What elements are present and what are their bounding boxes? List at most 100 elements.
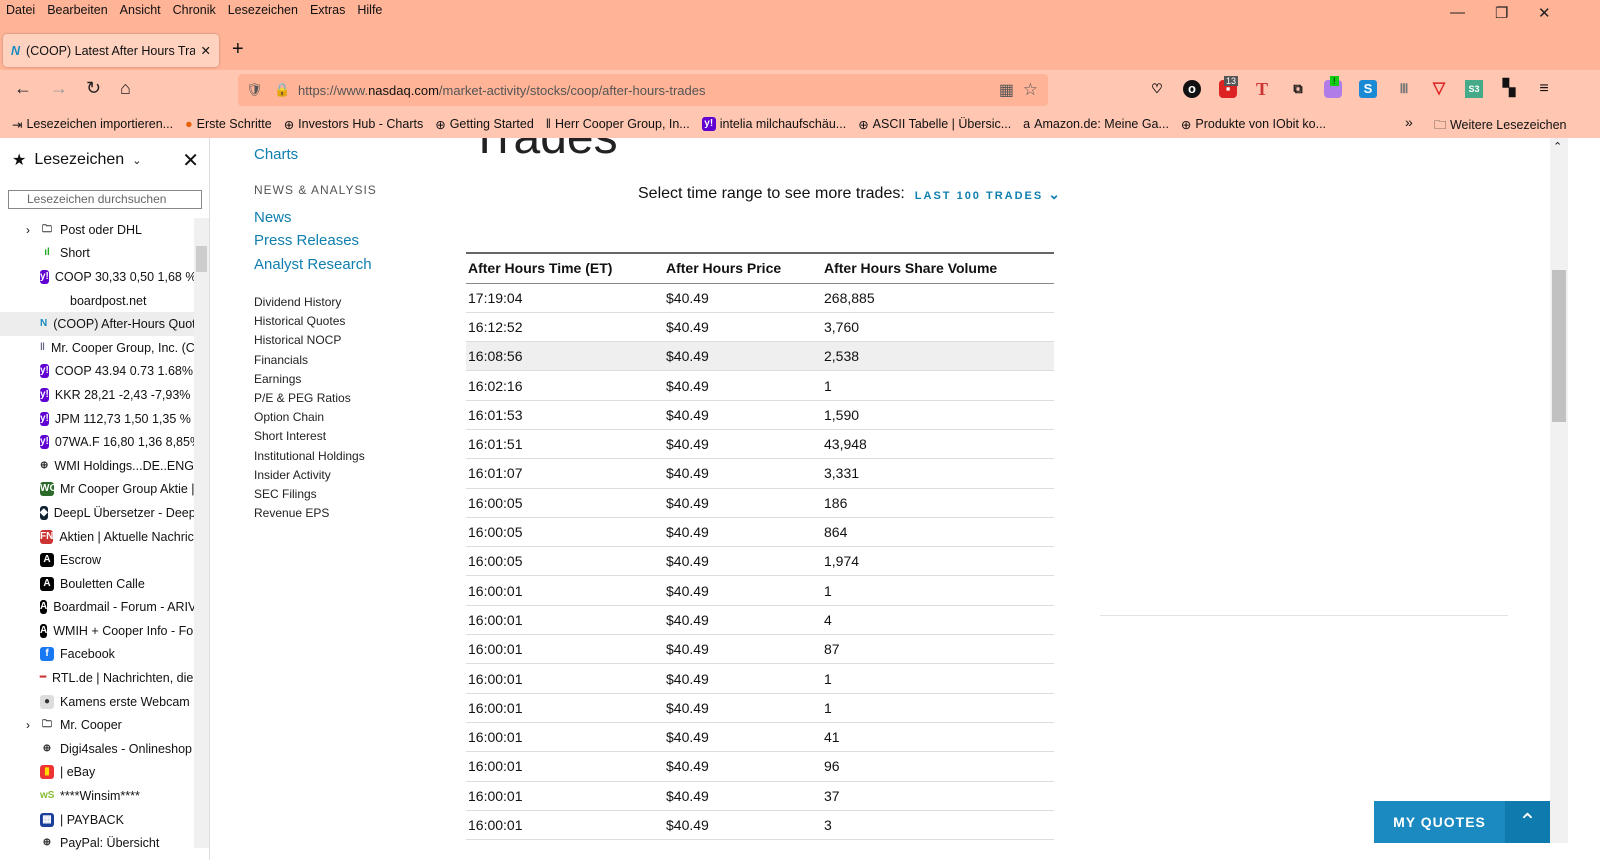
bookmark-item[interactable]: ıl Short [0,242,194,266]
minimize-button[interactable]: — [1450,4,1465,21]
bookmark-toolbar-item[interactable]: ǁ Herr Cooper Group, In... [546,117,690,131]
bookmark-item[interactable]: ◆ DeepL Übersetzer - DeepL [0,501,194,525]
back-button[interactable]: ← [14,78,32,99]
shield-icon[interactable]: 🛡 [246,82,263,98]
bookmark-item[interactable]: A WMIH + Cooper Info - Forum [0,619,194,643]
bookmark-item[interactable]: FN Aktien | Aktuelle Nachrichten [0,525,194,549]
close-tab-icon[interactable]: ✕ [201,43,211,58]
opera-icon[interactable]: o [1183,80,1201,98]
analyst-research-link[interactable]: Analyst Research [254,256,372,273]
bookmark-item[interactable]: boardpost.net [0,289,194,313]
subnav-link[interactable]: Historical NOCP [254,333,341,347]
bookmark-item[interactable]: y! JPM 112,73 1,50 1,35 % : JPM [0,407,194,431]
bookmark-toolbar-item[interactable]: ⊕ Produkte von IObit ko... [1181,117,1326,132]
chevron-right-icon[interactable]: › [26,223,30,237]
bookmark-item[interactable]: y! COOP 43.94 0.73 1.68% : ... [0,360,194,384]
other-bookmarks-button[interactable]: 🗀 Weitere Lesezeichen [1434,116,1567,137]
lock-icon[interactable]: 🔒 [274,82,290,98]
subnav-link[interactable]: Insider Activity [254,468,331,482]
subnav-link[interactable]: Historical Quotes [254,314,345,328]
page-scrollbar-thumb[interactable] [1552,270,1566,422]
bookmark-item[interactable]: A Bouletten Calle [0,572,194,596]
bookmark-item[interactable]: ⊕ Digi4sales - Onlineshop [0,737,194,761]
bookmark-toolbar-item[interactable]: a Amazon.de: Meine Ga... [1023,117,1169,131]
bookmark-item[interactable]: wS ****Winsim**** [0,784,194,808]
pocket-icon[interactable]: ♡ [1148,80,1166,98]
bookmark-toolbar-item[interactable]: ⊕ ASCII Tabelle | Übersic... [858,117,1011,132]
chevron-up-icon[interactable]: ⌃ [1505,801,1550,843]
bookmark-item[interactable]: ▦ | PAYBACK [0,808,194,832]
subnav-link[interactable]: P/E & PEG Ratios [254,391,351,405]
subnav-link[interactable]: Revenue EPS [254,506,329,520]
bookmark-toolbar-item[interactable]: y! intelia milchaufschäu... [701,117,846,131]
bookmark-item[interactable]: ● Kamens erste Webcam [0,690,194,714]
range-dropdown[interactable]: LAST 100 TRADES ⌄ [915,186,1062,203]
grid-extension-icon[interactable]: Ⅲ [1395,80,1413,98]
bookmark-item[interactable]: WO Mr Cooper Group Aktie | ... [0,478,194,502]
menu-hilfe[interactable]: Hilfe [357,3,382,17]
text-extension-icon[interactable]: T [1253,80,1271,98]
close-sidebar-button[interactable]: ✕ [182,148,199,173]
menu-bearbeiten[interactable]: Bearbeiten [47,3,107,17]
bookmark-toolbar-item[interactable]: ⊕ Investors Hub - Charts [284,117,424,132]
scroll-up-icon[interactable]: ⌃ [1553,140,1562,153]
menu-extras[interactable]: Extras [310,3,345,17]
bookmark-item[interactable]: y! 07WA.F 16,80 1,36 8,85% : ... [0,430,194,454]
bookmark-search-input[interactable]: Lesezeichen durchsuchen [8,190,202,209]
bookmark-item[interactable]: y! COOP 30,33 0,50 1,68 % : ... [0,265,194,289]
news-link[interactable]: News [254,209,292,226]
tab-active[interactable]: N (COOP) Latest After Hours Trades ✕ [3,34,219,67]
menu-ansicht[interactable]: Ansicht [120,3,161,17]
bookmark-item[interactable]: y! KKR 28,21 -2,43 -7,93% : KKR [0,383,194,407]
subnav-link[interactable]: Dividend History [254,295,341,309]
bookmark-item[interactable]: ▮ | eBay [0,761,194,785]
bookmark-toolbar-item[interactable]: ⇥ Lesezeichen importieren... [12,117,173,132]
bookmark-item[interactable]: ⊕ PayPal: Übersicht [0,831,194,855]
bookmark-item[interactable]: A Boardmail - Forum - ARIVA [0,596,194,620]
bookmark-folder[interactable]: › 🗀 Post oder DHL [0,218,194,242]
sidebar-header[interactable]: ★ Lesezeichen ⌄ [12,150,141,170]
close-window-button[interactable]: ✕ [1538,4,1551,22]
reload-button[interactable]: ↻ [86,78,101,99]
app-menu-icon[interactable]: ≡ [1535,80,1553,98]
menu-lesezeichen[interactable]: Lesezeichen [228,3,298,17]
subnav-link[interactable]: Financials [254,353,308,367]
vivaldi-shield-icon[interactable]: ▽ [1430,80,1448,98]
subnav-link[interactable]: Earnings [254,372,301,386]
screenshot-icon[interactable]: ⧉ [1289,80,1307,98]
bookmark-toolbar-item[interactable]: ● Erste Schritte [185,117,272,131]
yahoo-icon: y! [40,387,49,402]
url-bar[interactable]: 🛡 🔒 https://www.nasdaq.com/market-activi… [238,74,1048,106]
subnav-link[interactable]: Short Interest [254,429,326,443]
chevron-right-icon[interactable]: › [26,718,30,732]
subnav-link[interactable]: Institutional Holdings [254,449,365,463]
bookmark-star-icon[interactable]: ☆ [1023,80,1038,100]
bookmark-item[interactable]: ⊕ WMI Holdings...DE..ENGLISH [0,454,194,478]
extensions-icon[interactable]: ▚ [1500,80,1518,98]
sidebar-scrollbar[interactable] [194,218,209,848]
subnav-link[interactable]: Option Chain [254,410,324,424]
qr-code-icon[interactable]: ▦ [999,80,1014,100]
charts-link[interactable]: Charts [254,146,298,163]
new-tab-button[interactable]: + [232,38,244,61]
s3-extension-icon[interactable]: S3 [1465,80,1483,98]
my-quotes-button[interactable]: MY QUOTES [1374,801,1505,843]
sidebar-scrollbar-thumb[interactable] [196,246,207,272]
bookmark-item[interactable]: N (COOP) After-Hours Quotes [0,312,194,336]
subnav-link[interactable]: SEC Filings [254,487,317,501]
home-button[interactable]: ⌂ [120,78,131,99]
forward-button[interactable]: → [50,78,68,99]
bookmark-item[interactable]: A Escrow [0,548,194,572]
press-releases-link[interactable]: Press Releases [254,232,359,249]
skype-icon[interactable]: S [1359,80,1377,98]
bookmark-item[interactable]: ━ RTL.de | Nachrichten, die ... [0,666,194,690]
bookmark-item[interactable]: f Facebook [0,643,194,667]
bookmark-folder[interactable]: › 🗀 Mr. Cooper [0,713,194,737]
bookmark-toolbar-item[interactable]: ⊕ Getting Started [435,117,534,132]
page-scrollbar[interactable] [1550,138,1568,843]
more-bookmarks-chevron-icon[interactable]: » [1405,114,1413,130]
restore-button[interactable]: ❐ [1495,4,1508,22]
bookmark-item[interactable]: ǁ Mr. Cooper Group, Inc. (COOP) [0,336,194,360]
menu-datei[interactable]: Datei [6,3,35,17]
menu-chronik[interactable]: Chronik [173,3,216,17]
